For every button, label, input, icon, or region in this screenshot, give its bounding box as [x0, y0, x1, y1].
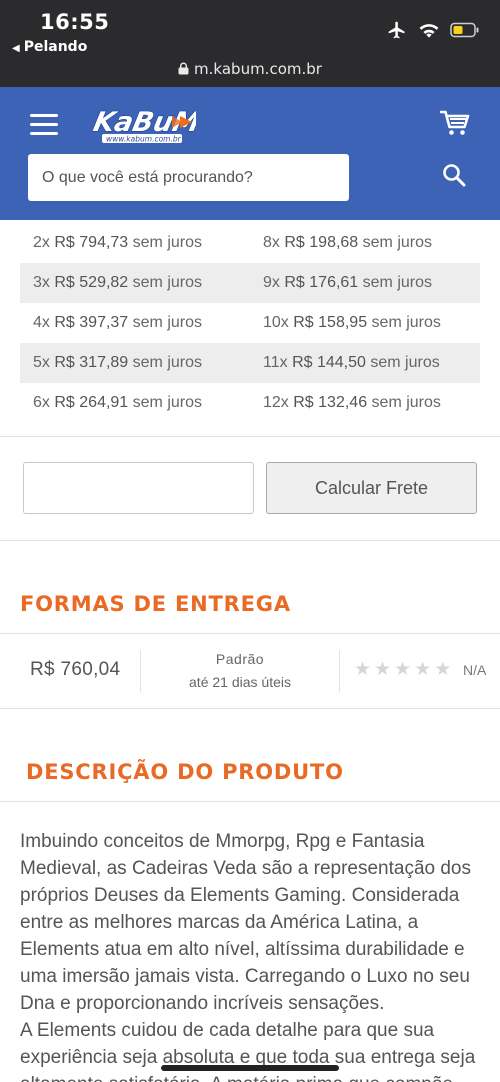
delivery-eta: até 21 dias úteis	[189, 674, 291, 690]
description-paragraph: Imbuindo conceitos de Mmorpg, Rpg e Fant…	[20, 831, 471, 1014]
cart-icon[interactable]	[440, 109, 470, 137]
home-indicator[interactable]	[161, 1065, 339, 1071]
installments-table: 2x R$ 794,73 sem juros 8x R$ 198,68 sem …	[20, 223, 480, 423]
divider	[0, 436, 500, 437]
table-row: 5x R$ 317,89 sem juros 11x R$ 144,50 sem…	[20, 343, 480, 383]
rating-label: N/A	[463, 662, 487, 678]
description-section-title: DESCRIÇÃO DO PRODUTO	[26, 760, 344, 784]
star-icon: ★	[394, 658, 412, 680]
table-row: 3x R$ 529,82 sem juros 9x R$ 176,61 sem …	[20, 263, 480, 303]
delivery-section-title: FORMAS DE ENTREGA	[20, 592, 291, 616]
installment-option: 6x R$ 264,91 sem juros	[33, 394, 203, 411]
divider	[0, 708, 500, 709]
installment-option: 12x R$ 132,46 sem juros	[263, 394, 441, 411]
status-time: 16:55	[40, 10, 110, 34]
delivery-price: R$ 760,04	[30, 659, 121, 680]
lock-icon	[178, 62, 189, 75]
star-icon: ★	[354, 658, 372, 680]
installment-option: 8x R$ 198,68 sem juros	[263, 234, 433, 251]
cep-input[interactable]	[23, 462, 254, 514]
back-to-app-link[interactable]: ◀ Pelando	[12, 39, 87, 55]
installment-option: 5x R$ 317,89 sem juros	[33, 354, 203, 371]
product-description: Imbuindo conceitos de Mmorpg, Rpg e Fant…	[20, 828, 490, 1082]
divider	[0, 540, 500, 541]
installment-option: 9x R$ 176,61 sem juros	[263, 274, 433, 291]
rating-stars: ★ ★ ★ ★ ★	[354, 658, 451, 680]
url-text: m.kabum.com.br	[194, 60, 322, 78]
installment-option: 3x R$ 529,82 sem juros	[33, 274, 203, 291]
star-icon: ★	[414, 658, 432, 680]
search-input[interactable]	[28, 154, 349, 201]
kabum-logo[interactable]: KaBuM! www.kabum.com.br	[84, 103, 196, 147]
menu-icon[interactable]	[30, 114, 58, 136]
installment-option: 4x R$ 397,37 sem juros	[33, 314, 203, 331]
divider	[0, 801, 500, 802]
back-app-label: Pelando	[23, 39, 88, 55]
installment-option: 2x R$ 794,73 sem juros	[33, 234, 203, 251]
status-icons	[386, 20, 480, 40]
table-row: 4x R$ 397,37 sem juros 10x R$ 158,95 sem…	[20, 303, 480, 343]
site-header: KaBuM! www.kabum.com.br	[0, 87, 500, 220]
battery-icon	[450, 22, 479, 38]
star-icon: ★	[434, 658, 452, 680]
star-icon: ★	[374, 658, 392, 680]
airplane-icon	[388, 21, 405, 39]
divider	[339, 650, 340, 692]
calculate-shipping-button[interactable]: Calcular Frete	[266, 462, 477, 514]
installment-option: 11x R$ 144,50 sem juros	[263, 354, 440, 371]
description-paragraph: A Elements cuidou de cada detalhe para q…	[20, 1020, 476, 1082]
status-bar: 16:55 ◀ Pelando m.kabum.com.br	[0, 0, 500, 87]
back-arrow-icon: ◀	[12, 43, 20, 54]
table-row: 6x R$ 264,91 sem juros 12x R$ 132,46 sem…	[20, 383, 480, 423]
delivery-option[interactable]: R$ 760,04 Padrão até 21 dias úteis ★ ★ ★…	[0, 634, 500, 708]
delivery-method: Padrão	[215, 651, 265, 667]
installment-option: 10x R$ 158,95 sem juros	[263, 314, 441, 331]
address-bar[interactable]: m.kabum.com.br	[0, 60, 500, 78]
wifi-icon	[419, 24, 439, 38]
table-row: 2x R$ 794,73 sem juros 8x R$ 198,68 sem …	[20, 223, 480, 263]
logo-subtext: www.kabum.com.br	[106, 135, 182, 144]
search-icon[interactable]	[442, 163, 466, 187]
